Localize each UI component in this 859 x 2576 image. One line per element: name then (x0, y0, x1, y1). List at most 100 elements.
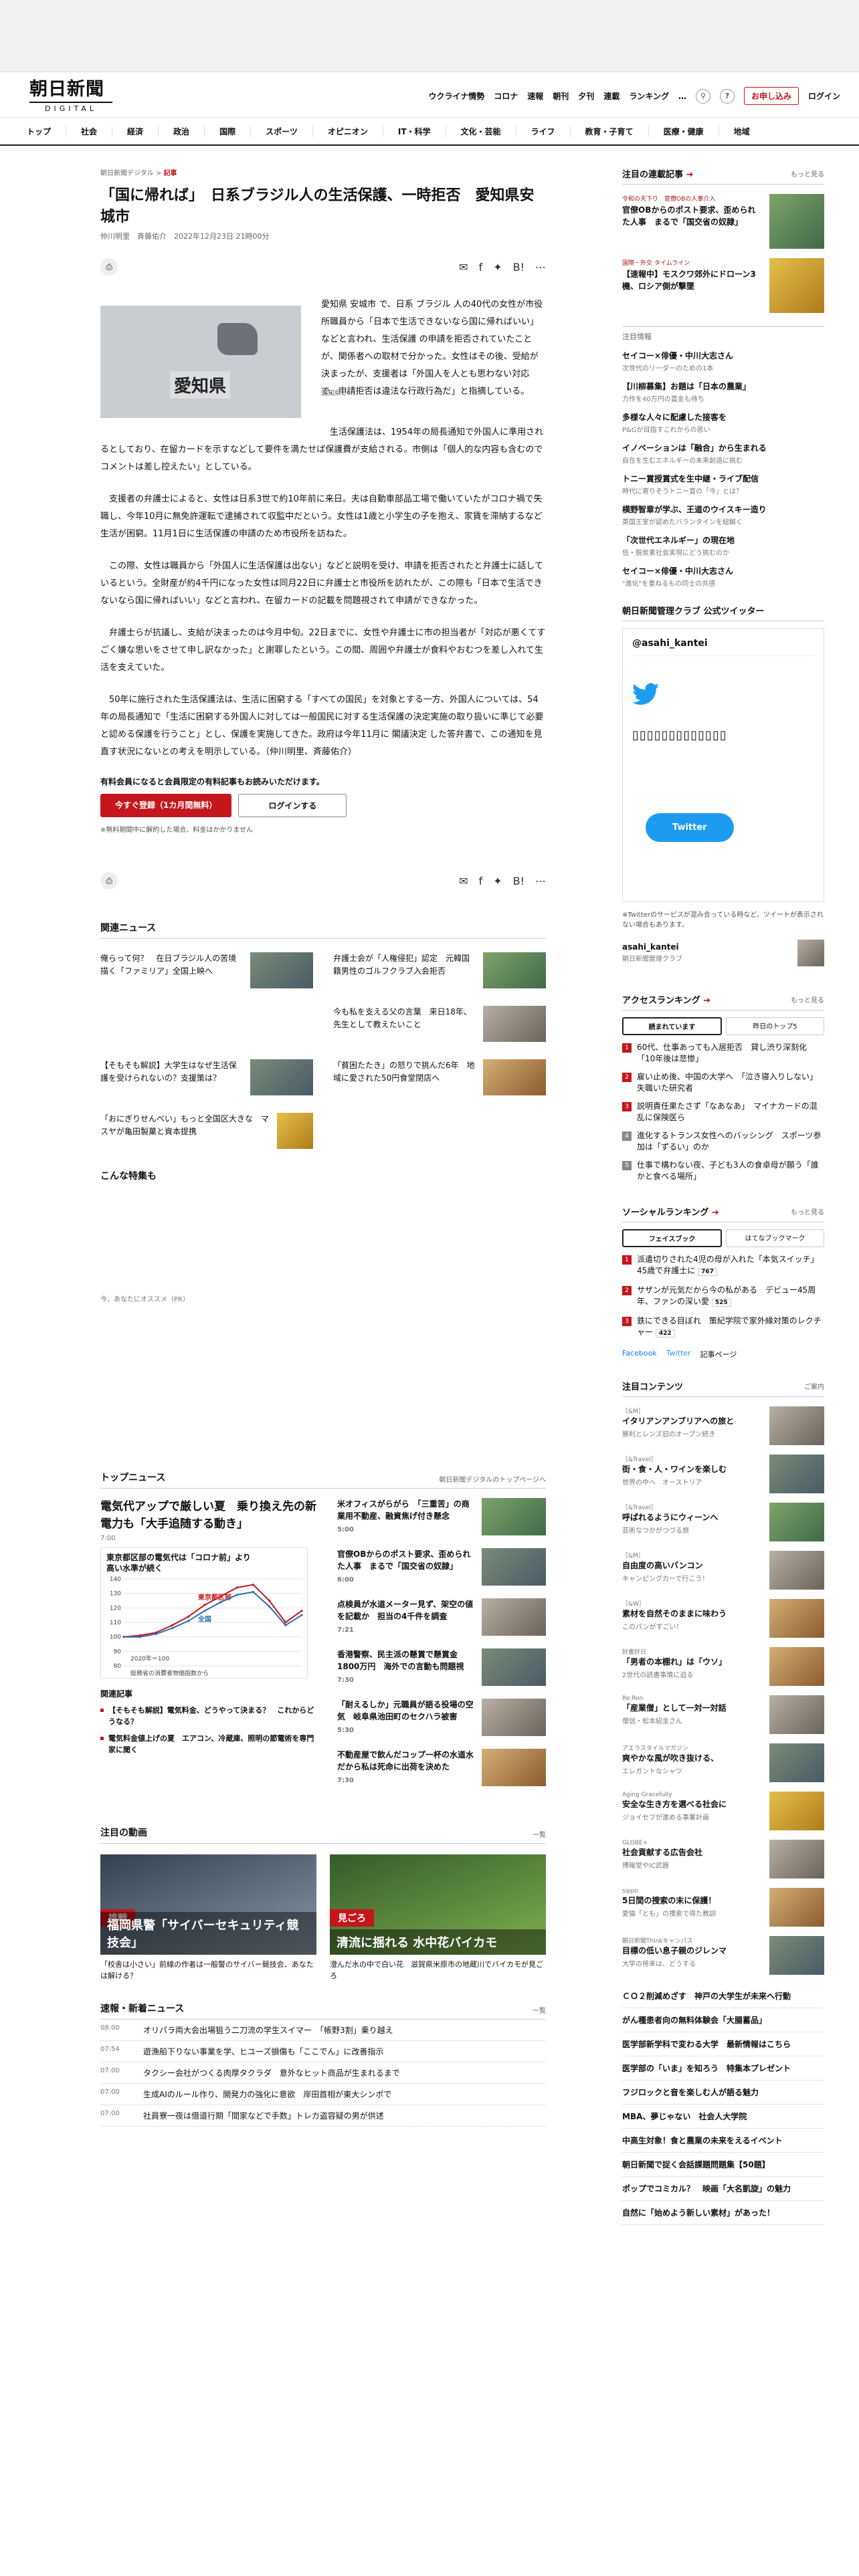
gnav-sports[interactable]: スポーツ (266, 125, 313, 137)
related-item[interactable]: 弁護士会が「人権侵犯」認定 元韓国籍男性のゴルフクラブ入会拒否 (333, 952, 546, 988)
content-item[interactable]: ［&M］ 自由度の高いバンコン キャンピングカーで行こう！ (622, 1551, 824, 1590)
text-link-item[interactable]: フジロックと音を楽しむ人が語る魅力 (622, 2080, 824, 2105)
gnav-opinion[interactable]: オピニオン (328, 125, 383, 137)
content-item[interactable]: ［&Travel］ 呼ばれるようにウィーンへ 芸術なつかがつづる旅 (622, 1503, 824, 1541)
twitter-icon[interactable]: ✦ (493, 261, 502, 274)
breaking-more-link[interactable]: 一覧 (533, 2005, 546, 2015)
related-item[interactable]: 俺らって何？ 在日ブラジル人の苦境描く「ファミリア」全国上映へ (100, 952, 313, 988)
pr-item[interactable]: セイコー×俳優・中川大志さん 次世代のリーダーのための1本 (622, 350, 824, 372)
content-item[interactable]: 朝日新聞Thinkキャンパス 目標の低い息子親のジレンマ 大学の将来は、どうする (622, 1936, 824, 1975)
social-more-link[interactable]: もっと見る (791, 1206, 824, 1216)
content-item[interactable]: GLOBE+ 社会貢献する広告会社 博報堂やIC武器 (622, 1840, 824, 1879)
pr-item[interactable]: 【川柳募集】お題は「日本の農業」 力作を40万円の賞金も待ち (622, 381, 824, 403)
related-item[interactable]: 「おにぎりせんべい」もっと全国区大きな マスヤが亀田製菓と資本提携 (100, 1113, 313, 1149)
text-link-item[interactable]: 朝日新聞で捉く会話課題問題集【50題】 (622, 2153, 824, 2177)
hatena-icon[interactable]: B! (513, 875, 524, 887)
breaking-item[interactable]: 07:00 タクシー会社がつくる肉厚タクラダ 意外なヒット商品が生まれるまで (100, 2062, 546, 2084)
video-item[interactable]: 見ごろ 清流に揺れる 水中花バイカモ 澄んだ水の中で白い花 滋賀県米原市の地蔵川… (330, 1854, 546, 1981)
search-icon[interactable]: ⚲ (695, 88, 710, 104)
article-page-link[interactable]: 記事ページ (700, 1349, 737, 1360)
twitter-follow-button[interactable]: Twitter (646, 813, 734, 842)
video-item[interactable]: 挑戦 福岡県警「サイバーセキュリティ競技会」 「校舎は小さい」前線の作者は一般警… (100, 1854, 316, 1981)
ranking-item[interactable]: 4 進化するトランス女性へのバッシング スポーツ参加は「ずるい」のか (622, 1130, 824, 1153)
pr-item[interactable]: セイコー×俳優・中川大志さん "進化"を重ねるもの同士の共感 (622, 565, 824, 588)
topnews-main-title[interactable]: 電気代アップで厳しい夏 乗り換え先の新電力も「大手追随する動き」 (100, 1498, 321, 1533)
text-link-item[interactable]: 医学部の「いま」を知ろう 特集本プレゼント (622, 2056, 824, 2080)
social-item[interactable]: 3 鉄にできる目ぼれ 策紀学院で家外縁対策のレクチャー 422 (622, 1315, 824, 1339)
text-link-item[interactable]: MBA、夢じゃない 社会人大学院 (622, 2105, 824, 2129)
gnav-education[interactable]: 教育・子育て (585, 125, 649, 137)
pr-item[interactable]: 横野智章が学ぶ、王道のウイスキー造り 英国王室が認めたバランタインを紐解く (622, 504, 824, 526)
print-icon[interactable]: ⎙ (100, 872, 118, 889)
topnews-item[interactable]: 「耐えるしか」元職員が語る役場の空気 岐阜県池田町のセクハラ被害 5:30 (337, 1699, 546, 1737)
topnews-item[interactable]: 香港警察、民主派の懸賞で懸賞金1800万円 海外での言動も問題視 7:30 (337, 1648, 546, 1687)
more-menu[interactable]: … (678, 92, 686, 101)
topnews-main[interactable]: 電気代アップで厳しい夏 乗り換え先の新電力も「大手追随する動き」 7:00 東京… (100, 1498, 321, 1799)
text-link-item[interactable]: がん種患者向の無料体験会「大腸蓄品」 (622, 2008, 824, 2032)
gnav-life[interactable]: ライフ (531, 125, 571, 137)
more-share-icon[interactable]: ⋯ (535, 875, 546, 887)
content-item[interactable]: ［&Travel］ 街・食・人・ワインを楽しむ 世界の中へ オーストリア (622, 1455, 824, 1493)
content-item[interactable]: 好書好日 「男者の本棚れ」は「ウソ」 2世代の読書事情に迫る (622, 1647, 824, 1686)
gnav-politics[interactable]: 政治 (173, 125, 205, 137)
content-item[interactable]: Re:Ron 「産業僧」として一対一対話 僧侶・松本紹圭さん (622, 1695, 824, 1734)
mail-icon[interactable]: ✉ (459, 261, 468, 274)
nav-corona[interactable]: コロナ (494, 90, 518, 102)
more-share-icon[interactable]: ⋯ (535, 261, 546, 274)
series-more-link[interactable]: もっと見る (791, 169, 824, 179)
tab-facebook[interactable]: フェイスブック (622, 1229, 722, 1247)
topnews-item[interactable]: 官僚OBからのポスト要求、歪められた人事 まるで「国交省の奴隷」 6:00 (337, 1548, 546, 1586)
nav-ukraine[interactable]: ウクライナ情勢 (428, 90, 484, 102)
nav-series[interactable]: 連載 (603, 90, 619, 102)
gnav-economy[interactable]: 経済 (127, 125, 159, 137)
gnav-it[interactable]: IT・科学 (398, 125, 446, 137)
series-item[interactable]: 国際・外交 タイムライン 【速報中】モスクワ郊外にドローン3機、ロシア側が撃墜 (622, 258, 824, 313)
map-image[interactable]: 愛知県 (100, 306, 301, 418)
tab-most-read[interactable]: 読まれています (622, 1017, 722, 1035)
text-link-item[interactable]: 医学部新学科で変わる大学 最新情報はこちら (622, 2032, 824, 2056)
topnews-link[interactable]: 朝日新聞デジタルのトップページへ (439, 1474, 546, 1484)
topnews-related-item[interactable]: 【そもそも解説】電気料金、どうやって決まる？ これからどうなる？ (100, 1705, 321, 1727)
content-item[interactable]: アエラスタイルマガジン 爽やかな風が吹き抜ける、 エレガントなシャツ (622, 1743, 824, 1782)
pr-item[interactable]: イノベーションは「融合」から生まれる 自在を生むエネルギーの未来創造に挑む (622, 442, 824, 465)
subscribe-button[interactable]: 今すぐ登録（1カ月間無料） (100, 794, 232, 817)
expand-icon[interactable]: ⤢ (343, 390, 349, 397)
twitter-account[interactable]: asahi_kantei 朝日新聞管理クラブ (622, 940, 824, 966)
print-icon[interactable]: ⎙ (100, 258, 118, 276)
topnews-item[interactable]: 不動産屋で飲んだコップ一杯の水道水 だから私は死命に出荷を決めた 7:30 (337, 1749, 546, 1787)
nav-evening[interactable]: 夕刊 (578, 90, 594, 102)
pr-item[interactable]: 「次世代エネルギー」の現在地 低・脱炭素社会実現にどう挑むのか (622, 534, 824, 557)
content-more-link[interactable]: ご案内 (804, 1381, 824, 1391)
ranking-item[interactable]: 3 説明責任果たさず「なあなあ」 マイナカードの混乱に保険医ら (622, 1101, 824, 1123)
gnav-health[interactable]: 医療・健康 (664, 125, 719, 137)
tab-yesterday-top5[interactable]: 昨日のトップ5 (726, 1017, 824, 1035)
hatena-icon[interactable]: B! (513, 261, 524, 274)
content-item[interactable]: ［&M］ イタリアンアンブリアへの旅と 勝利とレンズ旧のオープン続き (622, 1406, 824, 1445)
content-item[interactable]: Aging Gracefully 安全な生き方を選べる社会に ジョイセフが進める事業… (622, 1792, 824, 1830)
twitter-icon[interactable]: ✦ (493, 875, 502, 887)
signup-button[interactable]: お申し込み (743, 87, 799, 105)
breaking-item[interactable]: 07:00 社員寮一夜は借道行期「間家などで手数」トレカ盗容疑の男が供述 (100, 2105, 546, 2127)
facebook-link[interactable]: Facebook (622, 1349, 657, 1360)
topnews-item[interactable]: 点検員が水道メーター見ず、架空の値を記載か 担当の4千件を調査 7:21 (337, 1598, 546, 1636)
login-link[interactable]: ログイン (808, 90, 840, 102)
series-item[interactable]: 令和の天下り 官僚OBの人事介入 官僚OBからのポスト要求、歪められた人事 まるで… (622, 194, 824, 249)
ranking-item[interactable]: 1 60代、仕事あっても入居拒否 貸し渋り深刻化「10年後は悲惨」 (622, 1042, 824, 1065)
pr-item[interactable]: 多様な人々に配慮した接客を P&Gが目指すこれからの思い (622, 411, 824, 434)
nav-ranking[interactable]: ランキング (629, 90, 669, 102)
gnav-international[interactable]: 国際 (219, 125, 252, 137)
facebook-icon[interactable]: f (479, 261, 483, 274)
content-item[interactable]: sippo 5日間の捜索の末に保護！ 愛猫「とも」の捜索で得た教訓 (622, 1888, 824, 1927)
login-button[interactable]: ログインする (238, 794, 347, 817)
gnav-region[interactable]: 地域 (734, 126, 765, 137)
ranking-item[interactable]: 5 仕事で構わない夜、子ども3人の食卓母が願う「誰かと食べる場所」 (622, 1160, 824, 1182)
twitter-link[interactable]: Twitter (666, 1349, 691, 1360)
content-item[interactable]: ［&W］ 素材を自然そのままに味わう このパンがすごい！ (622, 1599, 824, 1638)
topnews-item[interactable]: 米オフィスがらがら 「三重苦」の商業用不動産、融資焦げ付き懸念 5:00 (337, 1498, 546, 1536)
text-link-item[interactable]: 自然に「始めよう新しい素材」があった！ (622, 2201, 824, 2225)
facebook-icon[interactable]: f (479, 875, 483, 887)
mail-icon[interactable]: ✉ (459, 875, 468, 887)
related-item[interactable]: 【そもそも解説】大学生はなぜ生活保護を受けられないの？支援策は？ (100, 1059, 313, 1095)
social-item[interactable]: 1 派遣切りされた4児の母が入れた「本気スイッチ」 45歳で弁護士に 767 (622, 1254, 824, 1278)
breaking-item[interactable]: 07:00 生成AIのルール作り、開発力の強化に意欲 岸田首相が東大シンポで (100, 2084, 546, 2105)
